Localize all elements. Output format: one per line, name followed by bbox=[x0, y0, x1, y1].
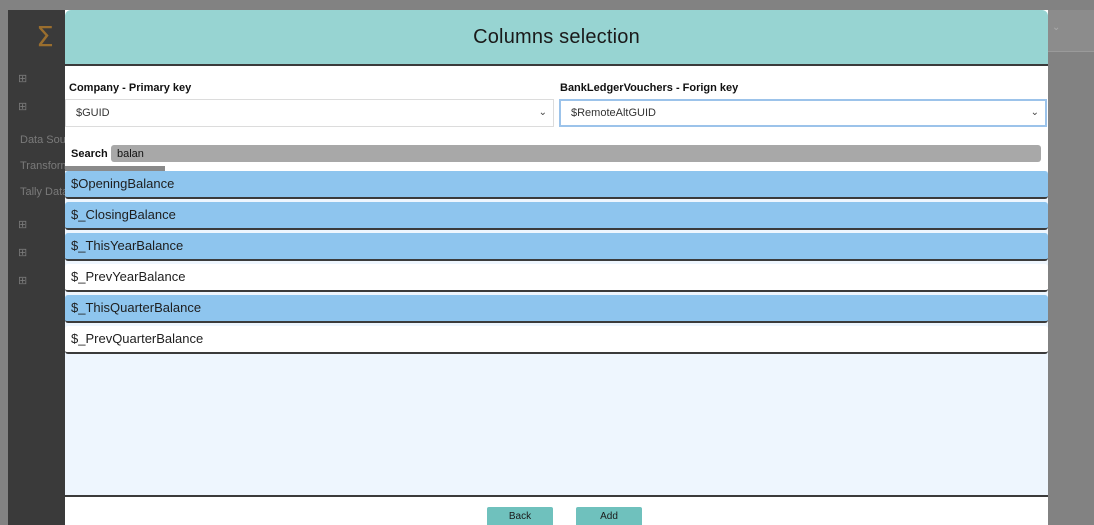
grid-icon: ⊞ bbox=[18, 219, 28, 231]
grid-icon: ⊞ bbox=[18, 247, 28, 259]
primary-key-value: $GUID bbox=[76, 107, 110, 119]
columns-selection-modal: Columns selection Company - Primary key … bbox=[65, 10, 1048, 525]
grid-icon: ⊞ bbox=[18, 275, 28, 287]
column-item-this-quarter-balance[interactable]: $_ThisQuarterBalance bbox=[65, 295, 1048, 323]
foreign-key-label: BankLedgerVouchers - Forign key bbox=[560, 82, 739, 94]
grid-icon: ⊞ bbox=[18, 73, 28, 85]
sigma-icon: Σ bbox=[36, 20, 54, 53]
chevron-down-icon: ⌄ bbox=[1030, 107, 1039, 118]
column-item-prev-year-balance[interactable]: $_PrevYearBalance bbox=[65, 264, 1048, 292]
chevron-down-icon: ⌄ bbox=[538, 107, 547, 118]
add-button[interactable]: Add bbox=[576, 507, 642, 525]
primary-key-label: Company - Primary key bbox=[69, 82, 192, 94]
sidebar-item-data-source: Data Sou bbox=[20, 134, 66, 146]
column-item-opening-balance[interactable]: $OpeningBalance bbox=[65, 171, 1048, 199]
column-item-prev-quarter-balance[interactable]: $_PrevQuarterBalance bbox=[65, 326, 1048, 354]
sidebar-item-tally: Tally Data bbox=[20, 186, 69, 198]
back-button[interactable]: Back bbox=[487, 507, 553, 525]
grid-icon: ⊞ bbox=[18, 101, 28, 113]
column-list: $OpeningBalance $_ClosingBalance $_ThisY… bbox=[65, 171, 1048, 497]
column-item-this-year-balance[interactable]: $_ThisYearBalance bbox=[65, 233, 1048, 261]
chevron-down-icon: ⌄ bbox=[1052, 22, 1061, 33]
column-item-closing-balance[interactable]: $_ClosingBalance bbox=[65, 202, 1048, 230]
search-label: Search bbox=[71, 148, 108, 160]
modal-title: Columns selection bbox=[473, 25, 640, 48]
primary-key-select[interactable]: $GUID ⌄ bbox=[65, 99, 554, 127]
app-topbar: ⌄ bbox=[1048, 10, 1094, 52]
app-sidebar bbox=[8, 10, 68, 525]
foreign-key-select[interactable]: $RemoteAltGUID ⌄ bbox=[559, 99, 1047, 127]
modal-header: Columns selection bbox=[65, 10, 1048, 66]
search-input[interactable] bbox=[111, 145, 1041, 162]
foreign-key-value: $RemoteAltGUID bbox=[571, 107, 656, 119]
